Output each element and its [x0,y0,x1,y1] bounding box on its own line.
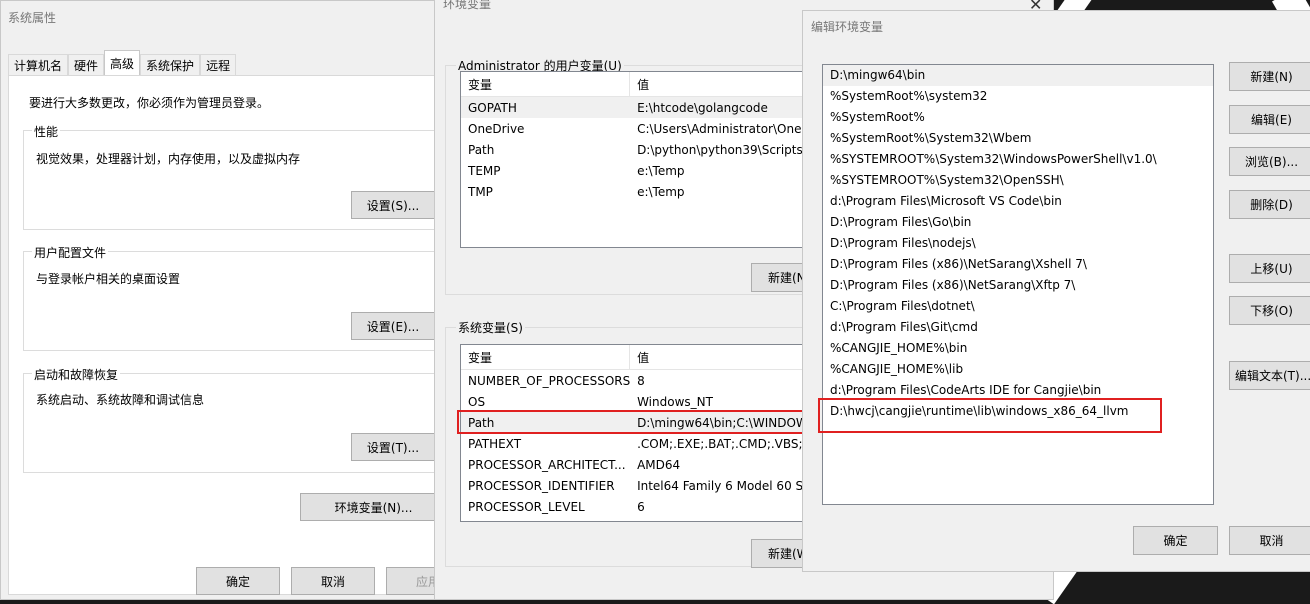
list-item[interactable]: D:\Program Files (x86)\NetSarang\Xftp 7\ [823,275,1213,296]
var-value: Intel64 Family 6 Model 60 Ste [637,478,816,493]
table-row[interactable]: GOPATH E:\htcode\golangcode [461,97,819,118]
delete-button[interactable]: 删除(D) [1229,190,1310,219]
column-variable[interactable]: 变量 [461,345,631,369]
tab-strip: 计算机名 硬件 高级 系统保护 远程 [8,50,237,76]
admin-note: 要进行大多数更改，你必须作为管理员登录。 [29,96,270,110]
var-value: e:\Temp [637,184,685,199]
startup-settings-button[interactable]: 设置(T)... [351,433,435,461]
cancel-button[interactable]: 取消 [291,567,375,595]
ok-button[interactable]: 确定 [196,567,280,595]
table-row[interactable]: NUMBER_OF_PROCESSORS 8 [461,370,819,391]
performance-settings-button[interactable]: 设置(S)... [351,191,435,219]
list-item[interactable]: D:\Program Files\nodejs\ [823,233,1213,254]
var-value: 8 [637,373,645,388]
list-item[interactable]: %SYSTEMROOT%\System32\OpenSSH\ [823,170,1213,191]
table-row[interactable]: TMP e:\Temp [461,181,819,202]
window-title: 编辑环境变量 [811,20,884,34]
table-row[interactable]: OneDrive C:\Users\Administrator\OneD [461,118,819,139]
var-value: 6 [637,499,645,514]
profiles-desc: 与登录帐户相关的桌面设置 [36,272,181,286]
list-item[interactable]: %SystemRoot% [823,107,1213,128]
var-name: Path [468,142,495,157]
performance-desc: 视觉效果，处理器计划，内存使用，以及虚拟内存 [36,152,301,166]
list-item[interactable]: %SystemRoot%\System32\Wbem [823,128,1213,149]
browse-button[interactable]: 浏览(B)... [1229,147,1310,176]
tab-remote[interactable]: 远程 [200,54,237,76]
ok-button[interactable]: 确定 [1133,526,1218,555]
path-entries-list[interactable]: D:\mingw64\bin %SystemRoot%\system32 %Sy… [822,64,1214,505]
move-up-button[interactable]: 上移(U) [1229,254,1310,283]
var-value: D:\python\python39\Scripts\; [637,142,811,157]
window-title: 环境变量 [443,0,492,11]
table-row[interactable]: Path D:\python\python39\Scripts\; [461,139,819,160]
edit-button[interactable]: 编辑(E) [1229,105,1310,134]
list-header: 变量 值 [461,72,819,97]
tab-panel: 要进行大多数更改，你必须作为管理员登录。 性能 视觉效果，处理器计划，内存使用，… [8,75,444,595]
cancel-button[interactable]: 取消 [1229,526,1310,555]
var-value: E:\htcode\golangcode [637,100,768,115]
table-row[interactable]: OS Windows_NT [461,391,819,412]
var-value: C:\Users\Administrator\OneD [637,121,811,136]
move-down-button[interactable]: 下移(O) [1229,296,1310,325]
list-item[interactable]: %CANGJIE_HOME%\bin [823,338,1213,359]
list-item[interactable]: %CANGJIE_HOME%\lib [823,359,1213,380]
list-item[interactable]: D:\mingw64\bin [823,65,1213,86]
system-properties-window: 系统属性 计算机名 硬件 高级 系统保护 远程 要进行大多数更改，你必须作为管理… [0,0,445,600]
column-variable[interactable]: 变量 [461,72,631,96]
tab-system-protection[interactable]: 系统保护 [140,54,201,76]
startup-title: 启动和故障恢复 [32,366,121,383]
var-value: e:\Temp [637,163,685,178]
list-item[interactable]: C:\Program Files\dotnet\ [823,296,1213,317]
tab-hardware[interactable]: 硬件 [68,54,105,76]
var-value: AMD64 [637,457,681,472]
list-header: 变量 值 [461,345,819,370]
tab-computer-name[interactable]: 计算机名 [8,54,69,76]
window-title: 系统属性 [8,11,57,25]
edit-text-button[interactable]: 编辑文本(T)... [1229,361,1310,390]
var-name: TEMP [468,163,501,178]
var-value: Windows_NT [637,394,713,409]
list-item[interactable]: %SYSTEMROOT%\System32\WindowsPowerShell\… [823,149,1213,170]
list-item[interactable]: d:\Program Files\Git\cmd [823,317,1213,338]
system-variables-title: 系统变量(S) [456,319,525,336]
new-path-highlight-box [818,398,1162,433]
var-name: OneDrive [468,121,525,136]
profiles-title: 用户配置文件 [32,244,109,261]
table-row[interactable]: PATHEXT .COM;.EXE;.BAT;.CMD;.VBS;.V [461,433,819,454]
var-name: PROCESSOR_ARCHITECT... [468,457,626,472]
table-row[interactable]: PROCESSOR_LEVEL 6 [461,496,819,517]
new-button[interactable]: 新建(N) [1229,62,1310,91]
var-name: GOPATH [468,100,517,115]
edit-environment-variable-window: 编辑环境变量 D:\mingw64\bin %SystemRoot%\syste… [802,10,1310,572]
var-name: PROCESSOR_LEVEL [468,499,585,514]
startup-desc: 系统启动、系统故障和调试信息 [36,393,205,407]
path-highlight-box [457,410,807,434]
list-item[interactable]: D:\Program Files (x86)\NetSarang\Xshell … [823,254,1213,275]
var-value: .COM;.EXE;.BAT;.CMD;.VBS;.V [637,436,815,451]
profiles-settings-button[interactable]: 设置(E)... [351,312,435,340]
var-name: OS [468,394,486,409]
table-row[interactable]: TEMP e:\Temp [461,160,819,181]
table-row[interactable]: PROCESSOR_ARCHITECT... AMD64 [461,454,819,475]
column-value[interactable]: 值 [630,345,819,369]
column-value[interactable]: 值 [630,72,819,96]
environment-variables-button[interactable]: 环境变量(N)... [300,493,444,521]
var-name: PATHEXT [468,436,522,451]
performance-title: 性能 [32,123,61,140]
list-item[interactable]: %SystemRoot%\system32 [823,86,1213,107]
var-name: PROCESSOR_IDENTIFIER [468,478,615,493]
user-variables-list[interactable]: 变量 值 GOPATH E:\htcode\golangcode OneDriv… [460,71,820,248]
var-name: TMP [468,184,493,199]
list-item[interactable]: d:\Program Files\Microsoft VS Code\bin [823,191,1213,212]
list-item[interactable]: D:\Program Files\Go\bin [823,212,1213,233]
tab-advanced[interactable]: 高级 [104,50,141,76]
table-row[interactable]: PROCESSOR_IDENTIFIER Intel64 Family 6 Mo… [461,475,819,496]
var-name: NUMBER_OF_PROCESSORS [468,373,631,388]
